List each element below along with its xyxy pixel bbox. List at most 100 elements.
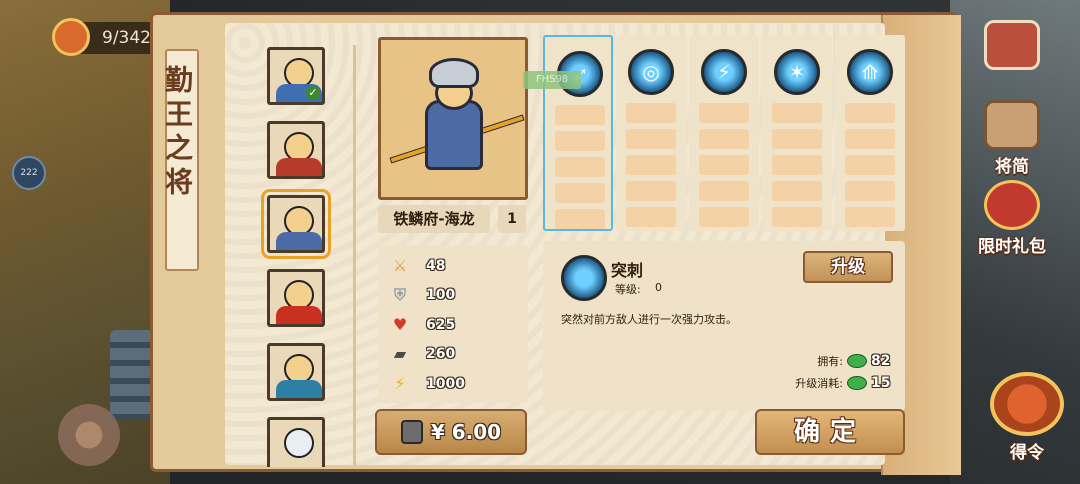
heart-icon: ♥ xyxy=(392,314,408,334)
whirlwind-icon[interactable]: ◎ xyxy=(628,49,674,95)
skill-slot xyxy=(699,181,749,201)
lightning-slash-icon[interactable]: ⚡ xyxy=(701,49,747,95)
hero-hair xyxy=(429,58,479,88)
skill-slot xyxy=(772,181,822,201)
hero-level: 1 xyxy=(498,205,526,233)
hero-body xyxy=(276,232,322,250)
skill-slot xyxy=(845,207,895,227)
hero-stats: ⚔ 48 ⛨ 100 ♥ 625 ▰ 260 ⚡ 1000 xyxy=(378,245,528,403)
sword-icon: ⚔ xyxy=(392,255,408,275)
boot-icon: ▰ xyxy=(393,344,407,364)
panel-title-banner: 勤王之将 xyxy=(161,49,199,271)
skill-slot xyxy=(845,155,895,175)
skill-column[interactable]: ✶ xyxy=(762,35,832,231)
stat-defense: ⛨ 100 xyxy=(390,281,528,311)
seal-icon[interactable] xyxy=(52,18,90,56)
skill-slot xyxy=(699,155,749,175)
skill-slot xyxy=(555,183,605,203)
owned-label: 拥有: xyxy=(817,355,843,368)
hero-thumb[interactable] xyxy=(267,417,325,467)
skill-slot xyxy=(555,157,605,177)
hero-portrait xyxy=(378,37,528,200)
limited-gift-label: 限时礼包 xyxy=(978,237,1046,257)
multi-strike-icon[interactable]: ✶ xyxy=(774,49,820,95)
upgrade-button[interactable]: 升级 xyxy=(803,251,893,283)
hero-book-label: 将简 xyxy=(995,157,1029,177)
skill-slot xyxy=(772,207,822,227)
stat-attack: ⚔ 48 xyxy=(390,251,528,281)
shop-button[interactable] xyxy=(976,20,1048,72)
skill-slot xyxy=(626,207,676,227)
skill-level-label: 等级: xyxy=(615,283,641,296)
skill-column-selected[interactable]: ➶ xyxy=(543,35,613,231)
skill-slot xyxy=(699,207,749,227)
skill-slot xyxy=(626,103,676,123)
skill-slot xyxy=(626,129,676,149)
stat-value: 260 xyxy=(426,346,456,363)
stat-speed: ▰ 260 xyxy=(390,340,528,370)
jade-icon xyxy=(847,354,867,368)
skill-slot xyxy=(845,181,895,201)
hero-thumb[interactable] xyxy=(267,269,325,327)
confirm-button[interactable]: 确定 xyxy=(755,409,905,455)
hero-head xyxy=(284,428,314,458)
hero-list[interactable]: ✓ xyxy=(253,37,343,467)
hero-book-button[interactable]: 将简 xyxy=(976,100,1048,177)
stat-health: ♥ 625 xyxy=(390,310,528,340)
hero-armor xyxy=(425,100,483,170)
stat-value: 1000 xyxy=(426,375,465,392)
skill-slot xyxy=(699,129,749,149)
skill-slot xyxy=(699,103,749,123)
order-seal-icon xyxy=(990,372,1064,436)
hero-body xyxy=(276,380,322,398)
upgrade-cost-value: 15 xyxy=(871,375,891,391)
skill-column[interactable]: ⚡ xyxy=(689,35,759,231)
upgrade-cost-label: 升级消耗: xyxy=(795,377,843,390)
owned-value: 82 xyxy=(871,353,891,369)
hero-name: 铁鳞府-海龙 xyxy=(378,205,490,233)
skill-detail: 突刺 等级: 0 突然对前方敌人进行一次强力攻击。 升级 拥有: 82 升级消耗… xyxy=(543,241,905,411)
skill-slot xyxy=(845,103,895,123)
skill-slot xyxy=(772,155,822,175)
hero-body xyxy=(276,158,322,176)
skill-column[interactable]: ◎ xyxy=(616,35,686,231)
lightning-icon: ⚡ xyxy=(394,373,406,393)
floating-assist-button[interactable]: 222 xyxy=(12,156,46,190)
shield-icon: ⛨ xyxy=(393,285,406,305)
buy-price: ¥ 6.00 xyxy=(430,420,502,444)
skill-name: 突刺 xyxy=(611,261,644,280)
hero-thumb-selected[interactable] xyxy=(261,189,331,259)
buy-hero-button[interactable]: ¥ 6.00 xyxy=(375,409,527,455)
skill-level-value: 0 xyxy=(655,281,662,294)
lock-icon xyxy=(400,420,423,444)
triple-spear-icon[interactable]: ⟰ xyxy=(847,49,893,95)
list-divider xyxy=(353,45,356,465)
shop-icon xyxy=(984,20,1040,70)
skill-cost-tag: FHS98 xyxy=(523,71,581,89)
hero-thumb[interactable] xyxy=(267,121,325,179)
hero-thumb[interactable]: ✓ xyxy=(267,47,325,105)
skill-slot xyxy=(845,129,895,149)
skill-slot xyxy=(555,131,605,151)
order-button[interactable]: 得令 xyxy=(984,372,1070,463)
hero-body xyxy=(276,306,322,324)
hero-thumb[interactable] xyxy=(267,343,325,401)
skill-description: 突然对前方敌人进行一次强力攻击。 xyxy=(561,313,737,326)
skill-slot xyxy=(626,155,676,175)
skill-grid: ➶ ◎ ⚡ ✶ xyxy=(543,35,905,231)
skill-slot xyxy=(555,105,605,125)
skill-slot xyxy=(626,181,676,201)
stat-value: 100 xyxy=(426,287,456,304)
book-icon xyxy=(984,100,1040,150)
gift-seal-icon xyxy=(984,180,1040,230)
stat-value: 48 xyxy=(426,257,446,274)
upgrade-cost-row: 升级消耗: 15 xyxy=(795,375,893,391)
skill-column[interactable]: ⟰ xyxy=(835,35,905,231)
spear-thrust-icon xyxy=(561,255,607,301)
stat-value: 625 xyxy=(426,316,456,333)
limited-gift-button[interactable]: 限时礼包 xyxy=(976,180,1048,257)
dpad-control[interactable] xyxy=(58,404,120,466)
owned-resource-row: 拥有: 82 xyxy=(817,353,893,369)
jade-icon xyxy=(847,376,867,390)
stat-energy: ⚡ 1000 xyxy=(390,369,528,399)
